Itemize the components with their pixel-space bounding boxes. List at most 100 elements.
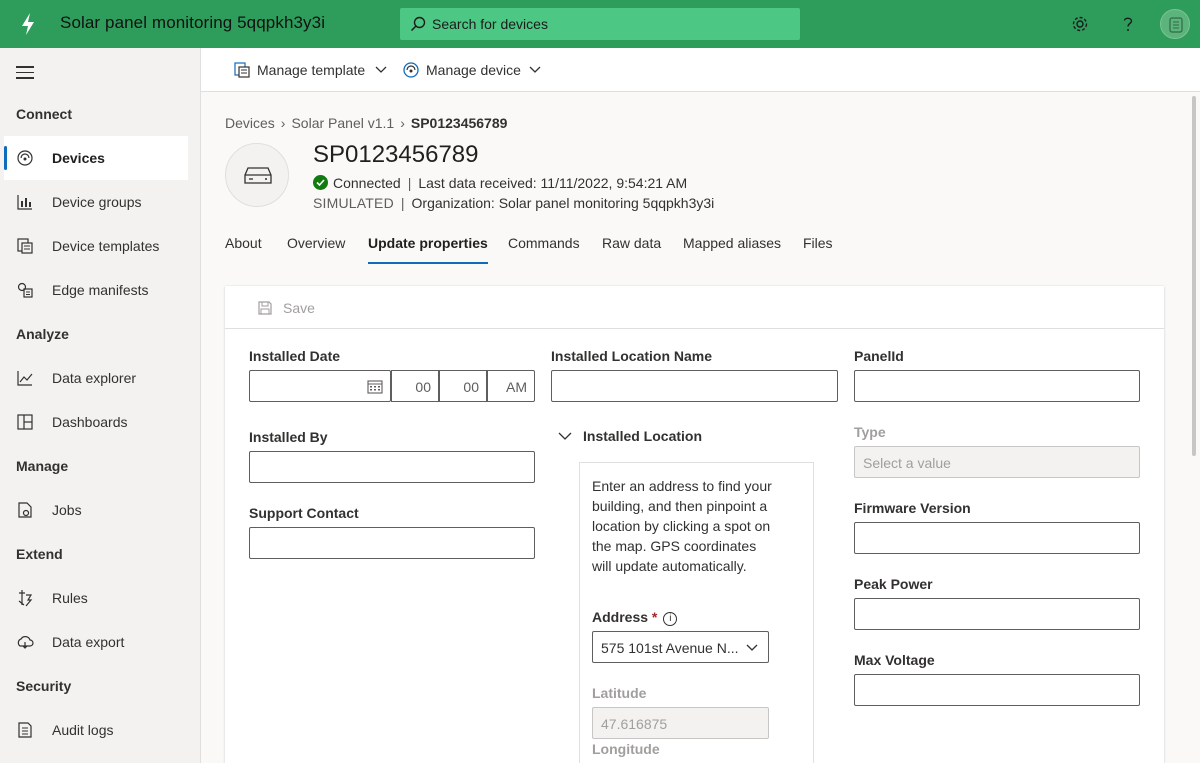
sidebar-item-audit-logs[interactable]: Audit logs: [4, 708, 188, 752]
device-meta-line: SIMULATED | Organization: Solar panel moni…: [313, 195, 715, 211]
dashboards-icon: [17, 414, 33, 430]
installed-date-input[interactable]: [249, 370, 391, 402]
save-icon: [258, 301, 272, 315]
sidebar-item-label: Rules: [52, 590, 88, 606]
tab-overview[interactable]: Overview: [287, 235, 345, 251]
sidebar-item-label: Audit logs: [52, 722, 114, 738]
address-value: 575 101st Avenue N...: [601, 640, 739, 656]
address-dropdown[interactable]: 575 101st Avenue N...: [592, 631, 769, 663]
latitude-value: 47.616875: [601, 716, 668, 732]
calendar-icon[interactable]: [367, 379, 383, 394]
sidebar-section-security: Security: [16, 678, 72, 694]
rules-icon: [18, 590, 33, 607]
device-icon: [403, 62, 419, 78]
sidebar-item-rules[interactable]: Rules: [4, 576, 188, 620]
last-data-received: Last data received: 11/11/2022, 9:54:21 …: [418, 175, 688, 191]
chevron-right-icon: ›: [280, 115, 286, 131]
panel-id-label: PanelId: [854, 348, 904, 364]
sidebar-item-label: Dashboards: [52, 414, 128, 430]
address-label: Address * i: [592, 609, 678, 626]
hamburger-menu-icon[interactable]: [16, 66, 34, 83]
sidebar-item-data-export[interactable]: Data export: [4, 620, 188, 664]
manage-template-button[interactable]: Manage template: [233, 60, 387, 80]
sidebar-item-label: Device groups: [52, 194, 142, 210]
device-templates-icon: [17, 238, 33, 254]
manage-device-button[interactable]: Manage device: [402, 60, 542, 80]
edge-manifests-icon: [17, 282, 33, 298]
installed-by-label: Installed By: [249, 429, 328, 445]
data-export-icon: [17, 636, 34, 649]
breadcrumb-current: SP0123456789: [410, 115, 508, 131]
installed-by-input[interactable]: [249, 451, 535, 483]
sidebar-item-label: Edge manifests: [52, 282, 149, 298]
longitude-label: Longitude: [592, 741, 660, 757]
sidebar-item-label: Device templates: [52, 238, 160, 254]
device-name: SP0123456789: [313, 141, 479, 168]
max-voltage-input[interactable]: [854, 674, 1140, 706]
latitude-label: Latitude: [592, 685, 647, 701]
organization-label: Organization: Solar panel monitoring 5qq…: [411, 195, 715, 211]
vertical-scrollbar[interactable]: [1192, 96, 1196, 456]
gear-icon[interactable]: [1069, 13, 1091, 35]
search-icon: [410, 16, 426, 32]
app-title[interactable]: Solar panel monitoring 5qqpkh3y3i: [60, 13, 325, 33]
installed-location-header[interactable]: Installed Location: [583, 428, 702, 444]
hour-value: 00: [415, 379, 431, 395]
breadcrumb-template[interactable]: Solar Panel v1.1: [291, 115, 394, 131]
breadcrumb: Devices › Solar Panel v1.1 › SP0123456789: [225, 115, 507, 131]
lightning-bolt-icon[interactable]: [18, 12, 38, 36]
user-avatar[interactable]: [1160, 9, 1190, 39]
installed-location-name-label: Installed Location Name: [551, 348, 713, 364]
info-icon[interactable]: i: [663, 612, 678, 626]
sidebar-section-analyze: Analyze: [16, 326, 69, 342]
firmware-version-input[interactable]: [854, 522, 1140, 554]
sidebar-section-manage: Manage: [16, 458, 69, 474]
form-command-bar: Save: [225, 286, 1164, 329]
type-dropdown: Select a value: [854, 446, 1140, 478]
sidebar-item-edge-manifests[interactable]: Edge manifests: [4, 268, 188, 312]
minute-input[interactable]: 00: [439, 370, 487, 402]
tab-files[interactable]: Files: [803, 235, 833, 251]
peak-power-input[interactable]: [854, 598, 1140, 630]
chevron-right-icon: ›: [400, 115, 405, 131]
sidebar-section-extend: Extend: [16, 546, 63, 562]
peak-power-label: Peak Power: [854, 576, 933, 592]
chevron-down-icon[interactable]: [558, 432, 572, 441]
support-contact-input[interactable]: [249, 527, 535, 559]
latitude-input: 47.616875: [592, 707, 769, 739]
max-voltage-label: Max Voltage: [854, 652, 935, 668]
type-placeholder: Select a value: [863, 455, 951, 471]
address-label-text: Address: [592, 609, 649, 625]
ampm-input[interactable]: AM: [487, 370, 535, 402]
sidebar-item-device-templates[interactable]: Device templates: [4, 224, 188, 268]
device-groups-icon: [17, 195, 32, 210]
command-bar: Manage template Manage device: [201, 48, 1200, 92]
sidebar-item-devices[interactable]: Devices: [4, 136, 188, 180]
sidebar-item-dashboards[interactable]: Dashboards: [4, 400, 188, 444]
search-box[interactable]: Search for devices: [400, 8, 800, 40]
help-icon[interactable]: [1117, 13, 1139, 35]
installed-date-label: Installed Date: [249, 348, 341, 364]
manage-template-label: Manage template: [257, 62, 366, 78]
tab-raw-data[interactable]: Raw data: [602, 235, 661, 251]
user-icon: [1169, 17, 1183, 33]
firmware-version-label: Firmware Version: [854, 500, 971, 516]
installed-location-name-input[interactable]: [551, 370, 838, 402]
search-placeholder: Search for devices: [432, 16, 548, 32]
tab-about[interactable]: About: [225, 235, 262, 251]
tab-mapped-aliases[interactable]: Mapped aliases: [683, 235, 781, 251]
jobs-icon: [18, 502, 32, 518]
devices-icon: [17, 150, 33, 166]
sidebar-item-device-groups[interactable]: Device groups: [4, 180, 188, 224]
simulated-badge: SIMULATED: [313, 195, 394, 211]
connection-status: Connected: [333, 175, 401, 191]
save-label: Save: [283, 300, 315, 316]
tab-update-properties[interactable]: Update properties: [368, 235, 488, 264]
sidebar-item-jobs[interactable]: Jobs: [4, 488, 188, 532]
tab-commands[interactable]: Commands: [508, 235, 580, 251]
hour-input[interactable]: 00: [391, 370, 439, 402]
breadcrumb-devices[interactable]: Devices: [225, 115, 275, 131]
support-contact-label: Support Contact: [249, 505, 359, 521]
sidebar-item-data-explorer[interactable]: Data explorer: [4, 356, 188, 400]
panel-id-input[interactable]: [854, 370, 1140, 402]
